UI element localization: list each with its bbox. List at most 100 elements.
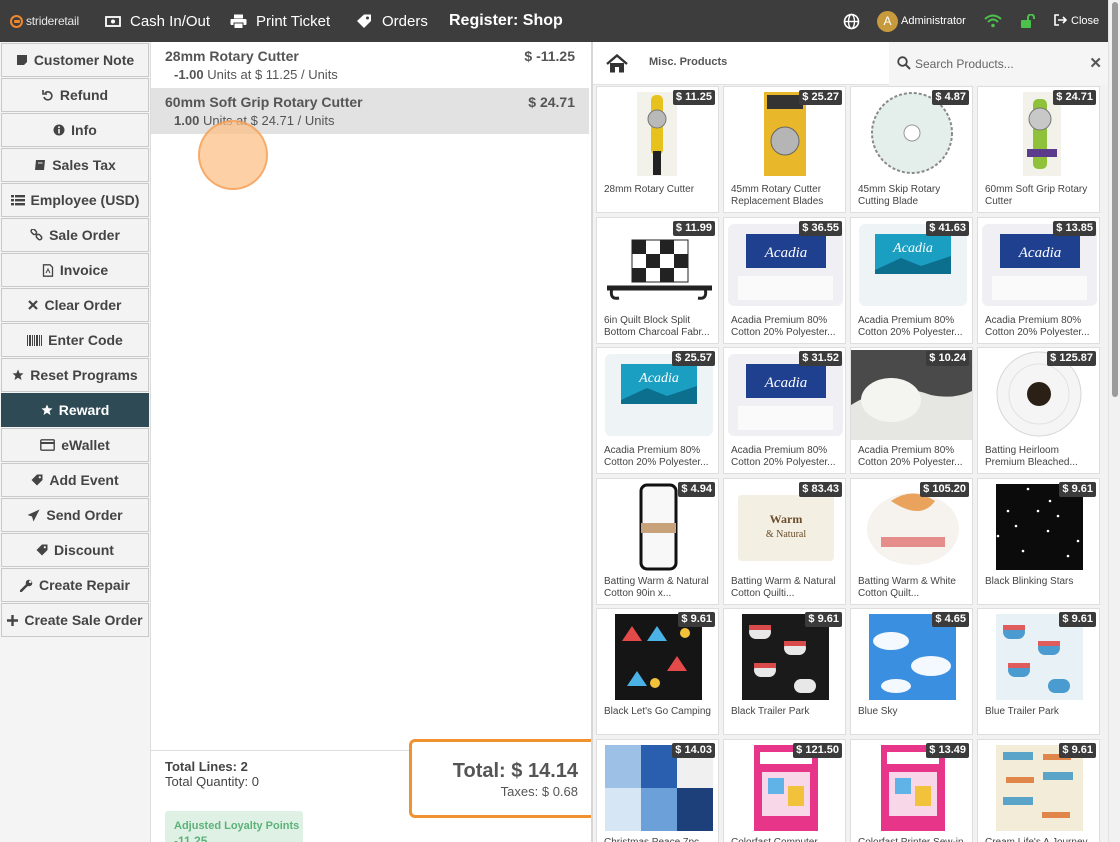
product-price-badge: $ 31.52 — [799, 351, 842, 366]
action-label: Create Sale Order — [24, 612, 143, 628]
category-breadcrumb[interactable]: Misc. Products — [649, 56, 727, 68]
customer-note-button[interactable]: Customer Note — [1, 43, 149, 77]
product-name: Acadia Premium 80% Cotton 20% Polyester.… — [731, 314, 836, 338]
product-tile[interactable]: $ 125.87 Batting Heirloom Premium Bleache… — [977, 347, 1100, 474]
refund-button[interactable]: Refund — [1, 78, 149, 112]
scrollbar-thumb[interactable] — [1112, 2, 1118, 397]
clear-order-button[interactable]: Clear Order — [1, 288, 149, 322]
action-label: Enter Code — [48, 332, 123, 348]
orders-label: Orders — [382, 12, 428, 30]
home-icon[interactable] — [606, 53, 628, 74]
add-event-button[interactable]: Add Event — [1, 463, 149, 497]
search-input[interactable] — [915, 54, 1085, 74]
globe-icon[interactable] — [843, 0, 860, 42]
product-price-badge: $ 4.65 — [932, 612, 969, 627]
product-price-badge: $ 4.94 — [678, 481, 715, 497]
user-menu[interactable]: A Administrator — [877, 0, 966, 42]
list-icon — [10, 194, 25, 206]
product-price-badge: $ 41.63 — [926, 220, 969, 236]
action-label: Clear Order — [44, 297, 122, 313]
product-tile[interactable]: $ 24.71 60mm Soft Grip Rotary Cutter — [977, 86, 1100, 213]
product-tile[interactable]: $ 14.03 Christmas Peace 7pc Fat Quarter B… — [596, 738, 719, 842]
employee-usd-button[interactable]: Employee (USD) — [1, 183, 149, 217]
order-line[interactable]: 28mm Rotary Cutter $ -11.25 -1.00 Units … — [151, 42, 589, 88]
enter-code-button[interactable]: Enter Code — [1, 323, 149, 357]
products-header: Misc. Products ✕ — [593, 42, 1110, 85]
product-tile[interactable]: $ 4.87 45mm Skip Rotary Cutting Blade — [850, 86, 973, 213]
loyalty-label: Adjusted Loyalty Points — [174, 820, 300, 832]
product-price-badge: $ 11.25 — [672, 90, 715, 105]
product-name: 45mm Rotary Cutter Replacement Blades — [731, 184, 824, 207]
order-panel: 28mm Rotary Cutter $ -11.25 -1.00 Units … — [151, 42, 597, 842]
order-line-price: $ -11.25 — [524, 48, 575, 64]
product-tile[interactable]: Acadia $ 13.85 Acadia Premium 80% Cotton 2… — [977, 216, 1100, 344]
product-price-badge: $ 36.55 — [799, 220, 842, 236]
product-tile[interactable]: $ 11.99 6in Quilt Block Split Bottom Char… — [596, 216, 719, 344]
product-tile[interactable]: $ 4.65 Blue Sky — [850, 608, 973, 735]
product-name: Cream Life's A Journey — [985, 836, 1088, 842]
close-button[interactable]: Close — [1054, 0, 1099, 42]
product-tile[interactable]: $ 9.61 Cream Life's A Journey — [977, 738, 1100, 842]
info-button[interactable]: Info — [1, 113, 149, 147]
product-price-badge: $ 9.61 — [805, 612, 842, 627]
products-panel: Misc. Products ✕ $ 11.25 28mm Rotary Cutt… — [591, 42, 1110, 842]
discount-button[interactable]: Discount — [1, 533, 149, 567]
orders-button[interactable]: Orders — [356, 0, 428, 42]
invoice-button[interactable]: Invoice — [1, 253, 149, 287]
undo-icon — [42, 89, 54, 101]
user-name: Administrator — [901, 15, 966, 27]
product-tile[interactable]: $ 13.49 Colorfast Printer Sew-in Fabric S… — [850, 738, 973, 842]
action-label: Customer Note — [33, 52, 135, 68]
product-tile[interactable]: Acadia $ 36.55 Acadia Premium 80% Cotton 2… — [723, 216, 846, 344]
product-name: 28mm Rotary Cutter — [604, 184, 695, 195]
product-tile[interactable]: $ 10.24 Acadia Premium 80% Cotton 20% Pol… — [850, 347, 973, 474]
product-tile[interactable]: $ 11.25 28mm Rotary Cutter — [596, 86, 719, 213]
product-tile[interactable]: $ 105.20 Batting Warm & White Cotton Quil… — [850, 477, 973, 605]
product-name: Black Let's Go Camping — [604, 706, 711, 717]
ewallet-button[interactable]: eWallet — [1, 428, 149, 462]
product-tile[interactable]: $ 9.61 Black Trailer Park — [723, 608, 846, 735]
product-name: 6in Quilt Block Split Bottom Charcoal Fa… — [604, 314, 710, 338]
product-tile[interactable]: $ 121.50 Colorfast Computer Fabric Sheets… — [723, 738, 846, 842]
tags-icon — [356, 14, 373, 29]
create-repair-button[interactable]: Create Repair — [1, 568, 149, 602]
file-icon — [42, 263, 54, 277]
page-scrollbar[interactable] — [1108, 0, 1120, 842]
product-tile[interactable]: Acadia $ 25.57 Acadia Premium 80% Cotton 2… — [596, 347, 719, 474]
product-tile[interactable]: Warm & Natural $ 83.43 Batting Warm & Natur… — [723, 477, 846, 605]
clear-search-icon[interactable]: ✕ — [1089, 54, 1102, 72]
product-tile[interactable]: $ 4.94 Batting Warm & Natural Cotton 90in… — [596, 477, 719, 605]
action-label: Reward — [58, 402, 110, 418]
order-line-unit: Units at $ 11.25 / Units — [207, 67, 338, 82]
plus-icon — [7, 614, 19, 626]
product-price-badge: $ 13.49 — [926, 742, 969, 758]
sale-order-button[interactable]: Sale Order — [1, 218, 149, 252]
action-label: Employee (USD) — [30, 192, 140, 208]
product-tile[interactable]: $ 25.27 45mm Rotary Cutter Replacement Bl… — [723, 86, 846, 213]
reset-programs-button[interactable]: Reset Programs — [1, 358, 149, 392]
print-ticket-button[interactable]: Print Ticket — [230, 0, 330, 42]
product-price-badge: $ 121.50 — [793, 742, 842, 758]
product-tile[interactable]: $ 9.61 Blue Trailer Park — [977, 608, 1100, 735]
action-label: Create Repair — [38, 577, 131, 593]
create-sale-order-button[interactable]: Create Sale Order — [1, 603, 149, 637]
action-label: Sale Order — [49, 227, 120, 243]
order-summary: Total Lines: 2 Total Quantity: 0 Total: … — [151, 739, 597, 842]
product-name: 60mm Soft Grip Rotary Cutter — [985, 184, 1088, 207]
order-line-price: $ 24.71 — [528, 94, 575, 110]
order-line-name: 60mm Soft Grip Rotary Cutter — [165, 94, 363, 110]
sales-tax-button[interactable]: Sales Tax — [1, 148, 149, 182]
product-name: Black Blinking Stars — [985, 575, 1074, 587]
action-label: Sales Tax — [52, 157, 116, 173]
avatar: A — [877, 10, 898, 32]
product-tile[interactable]: $ 9.61 Black Let's Go Camping — [596, 608, 719, 735]
reward-button[interactable]: Reward — [1, 393, 149, 427]
product-tile[interactable]: Acadia $ 31.52 Acadia Premium 80% Cotton 2… — [723, 347, 846, 474]
product-price-badge: $ 24.71 — [1053, 90, 1096, 105]
unlock-icon[interactable] — [1020, 0, 1037, 42]
order-line-qty: 1.00 — [174, 113, 200, 128]
product-tile[interactable]: Acadia $ 41.63 Acadia Premium 80% Cotton 2… — [850, 216, 973, 344]
send-order-button[interactable]: Send Order — [1, 498, 149, 532]
product-tile[interactable]: $ 9.61 Black Blinking Stars — [977, 477, 1100, 605]
cash-in-out-button[interactable]: Cash In/Out — [105, 0, 210, 42]
